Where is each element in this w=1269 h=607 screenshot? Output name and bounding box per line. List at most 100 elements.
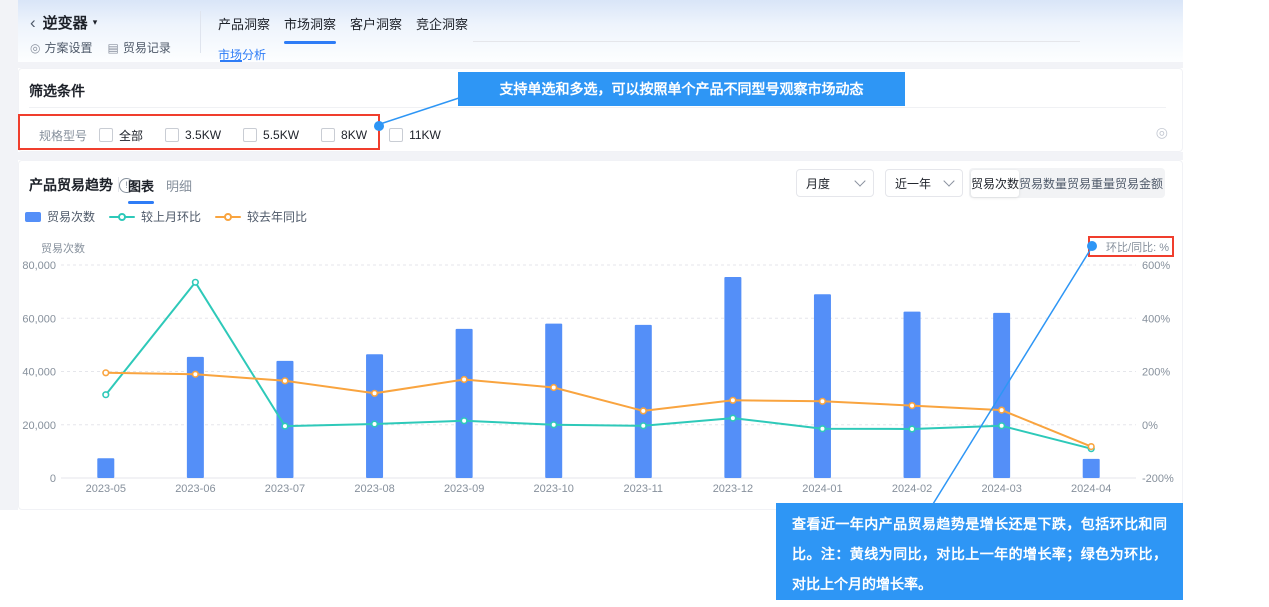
x-axis-label: 2023-12 [713,483,753,495]
chevron-down-icon [943,175,954,186]
trend-card-title: 产品贸易趋势 [29,175,113,195]
period-select[interactable]: 月度 [796,169,874,197]
tab-竞企洞察[interactable]: 竞企洞察 [416,14,468,44]
trend-chart[interactable]: 80,000600%60,000400%40,000200%20,0000%0-… [19,229,1180,511]
checkbox-全部[interactable]: 全部 [99,127,143,144]
point-较去年同比-2023-07 [282,378,288,384]
annotation-callout-filter: 支持单选和多选，可以按照单个产品不同型号观察市场动态 [458,72,905,106]
view-tabs: 图表明细 [128,176,192,204]
right-axis-tick: 200% [1142,367,1170,379]
legend-line-dot [118,213,126,221]
legend-label: 较去年同比 [247,208,307,225]
bar-贸易次数-2023-11 [635,325,652,478]
left-axis-tick: 60,000 [22,313,56,325]
legend-item-贸易次数[interactable]: 贸易次数 [25,208,95,225]
range-select[interactable]: 近一年 [885,169,963,197]
checkbox-label: 全部 [119,127,143,144]
point-较去年同比-2024-04 [1088,444,1094,450]
legend-line-swatch [109,213,135,221]
document-icon: ▤ [108,42,119,54]
period-select-value: 月度 [806,175,830,192]
point-较上月环比-2023-09 [461,418,467,424]
point-较去年同比-2023-06 [193,371,199,377]
checkbox-3.5KW[interactable]: 3.5KW [165,128,221,142]
metric-button-贸易重量[interactable]: 贸易重量 [1067,170,1115,197]
bar-贸易次数-2023-10 [545,324,562,478]
tab-客户洞察[interactable]: 客户洞察 [350,14,402,44]
bar-贸易次数-2023-12 [724,277,741,478]
point-较去年同比-2024-01 [820,399,826,405]
filter-card-title: 筛选条件 [29,81,85,101]
back-icon[interactable]: ‹ [30,14,36,31]
legend-label: 贸易次数 [47,208,95,225]
point-较上月环比-2023-07 [282,423,288,429]
tabs-bottom-line [473,41,1080,42]
point-较去年同比-2023-09 [461,377,467,383]
checkbox-box[interactable] [321,128,335,142]
trend-card: 产品贸易趋势 ! 图表明细 月度 近一年 贸易次数贸易数量贸易重量贸易金额 贸易… [18,160,1183,510]
checkbox-box[interactable] [99,128,113,142]
checkbox-8KW[interactable]: 8KW [321,128,367,142]
checkbox-5.5KW[interactable]: 5.5KW [243,128,299,142]
left-axis-tick: 20,000 [22,420,56,432]
checkbox-11KW[interactable]: 11KW [389,128,441,142]
x-axis-label: 2023-05 [86,483,126,495]
subtab-active-underline [220,60,242,62]
bar-贸易次数-2024-03 [993,313,1010,478]
view-tab-明细[interactable]: 明细 [166,176,192,204]
view-tabs-divider [118,177,119,192]
x-axis-label: 2024-03 [981,483,1021,495]
bar-贸易次数-2024-04 [1083,459,1100,478]
x-axis-label: 2023-07 [265,483,305,495]
point-较上月环比-2023-08 [372,421,378,427]
left-axis-tick: 80,000 [22,260,56,272]
x-axis-label: 2023-08 [354,483,394,495]
metric-button-贸易次数[interactable]: 贸易次数 [971,170,1019,197]
quicklink-贸易记录[interactable]: ▤贸易记录 [108,39,171,56]
metric-button-贸易数量[interactable]: 贸易数量 [1019,170,1067,197]
spec-model-filter-row: 规格型号 全部 3.5KW 5.5KW 8KW 11KW [39,122,463,148]
x-axis-label: 2023-10 [534,483,574,495]
right-axis-tick: -200% [1142,473,1174,485]
x-axis-label: 2024-01 [802,483,842,495]
main-tabs: 产品洞察市场洞察客户洞察竞企洞察 [218,14,468,44]
point-较去年同比-2023-05 [103,370,109,376]
card-gap-strip [18,152,1183,160]
legend-line-dot [224,213,232,221]
line-series-较上月环比 [106,282,1091,448]
chevron-down-icon[interactable]: ▾ [93,17,98,28]
quicklink-方案设置[interactable]: ◎ 方案设置 [30,39,93,56]
checkbox-box[interactable] [165,128,179,142]
filter-settings-icon[interactable]: ◎ [1156,125,1168,139]
bar-贸易次数-2024-01 [814,294,831,478]
quicklink-label: 方案设置 [44,39,92,56]
legend-item-较去年同比[interactable]: 较去年同比 [215,208,307,225]
quick-links: ◎ 方案设置 ▤贸易记录 [30,39,171,56]
view-tab-图表[interactable]: 图表 [128,176,154,204]
bar-贸易次数-2023-05 [97,458,114,478]
target-icon: ◎ [30,42,40,54]
legend-item-较上月环比[interactable]: 较上月环比 [109,208,201,225]
point-较上月环比-2024-01 [820,426,826,432]
tab-市场洞察[interactable]: 市场洞察 [284,14,336,44]
point-较去年同比-2024-02 [909,403,915,409]
annotation-callout-trend: 查看近一年内产品贸易趋势是增长还是下跌，包括环比和同比。注：黄线为同比，对比上一… [776,503,1183,600]
checkbox-label: 11KW [409,128,441,142]
right-axis-tick: 600% [1142,260,1170,272]
point-较上月环比-2023-12 [730,415,736,421]
point-较去年同比-2023-12 [730,398,736,404]
metric-button-贸易金额[interactable]: 贸易金额 [1115,170,1163,197]
checkbox-box[interactable] [389,128,403,142]
tab-产品洞察[interactable]: 产品洞察 [218,14,270,44]
checkbox-box[interactable] [243,128,257,142]
chevron-down-icon [854,175,865,186]
page-left-margin [0,0,18,510]
product-switcher[interactable]: ‹ 逆变器 ▾ [30,12,97,33]
point-较上月环比-2024-02 [909,426,915,432]
spec-model-label: 规格型号 [39,127,99,144]
left-axis-title: 贸易次数 [41,241,85,255]
checkbox-label: 8KW [341,128,367,142]
bar-贸易次数-2023-08 [366,354,383,478]
legend-bar-swatch [25,212,41,222]
left-axis-tick: 0 [50,473,56,485]
